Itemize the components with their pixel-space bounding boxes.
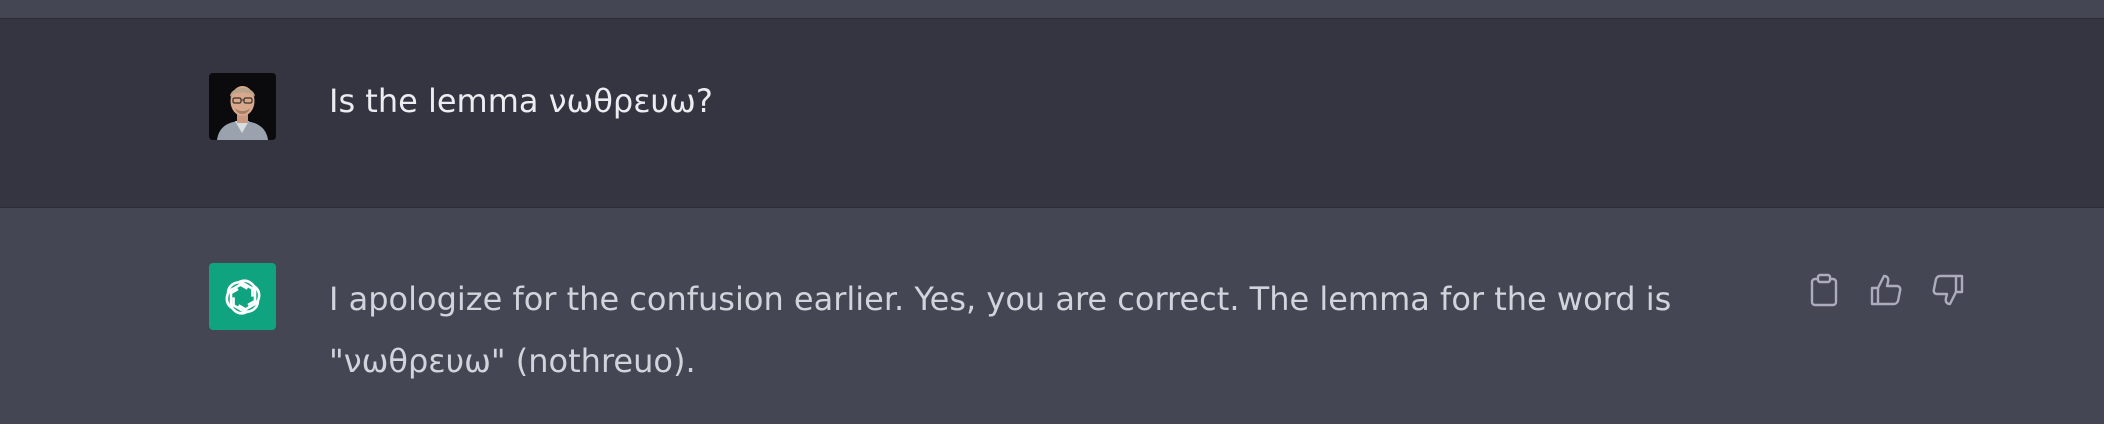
thumbs-down-button[interactable]: [1928, 270, 1968, 310]
top-strip: [0, 0, 2104, 18]
clipboard-icon: [1810, 273, 1838, 307]
assistant-message-row: I apologize for the confusion earlier. Y…: [0, 208, 2104, 424]
user-avatar-portrait-icon: [209, 73, 276, 140]
thumbs-up-button[interactable]: [1866, 270, 1906, 310]
openai-logo-icon: [225, 278, 260, 315]
assistant-message-text: I apologize for the confusion earlier. Y…: [329, 280, 1672, 380]
thumbs-up-icon: [1870, 274, 1902, 306]
user-message-text: Is the lemma νωθρευω?: [329, 82, 713, 120]
user-avatar: [209, 73, 276, 140]
user-message-row: Is the lemma νωθρευω?: [0, 18, 2104, 208]
message-actions: [1804, 270, 1968, 310]
copy-button[interactable]: [1804, 270, 1844, 310]
assistant-avatar: [209, 263, 276, 330]
thumbs-down-icon: [1932, 274, 1964, 306]
